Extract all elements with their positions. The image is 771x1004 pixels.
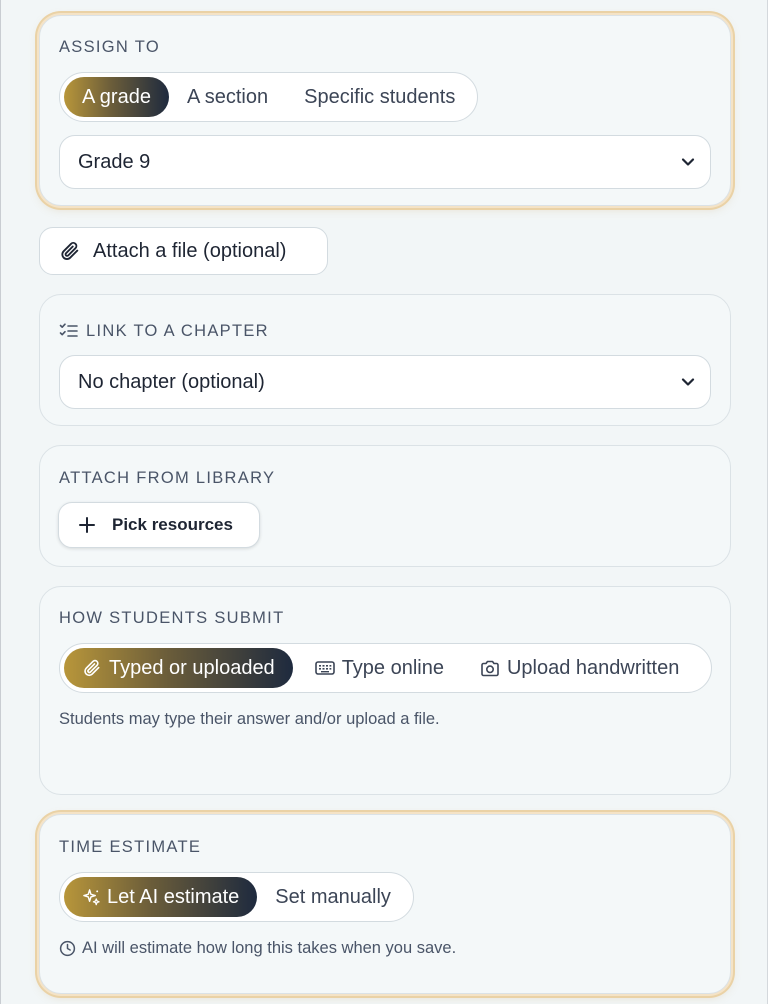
paperclip-icon [61, 241, 79, 260]
time-estimate-hint-text: AI will estimate how long this takes whe… [82, 939, 457, 957]
grade-select-value: Grade 9 [78, 150, 151, 173]
attach-file-label: Attach a file (optional) [93, 239, 287, 262]
grade-select[interactable]: Grade 9 [59, 135, 711, 189]
assign-to-segmented-control: A grade A section Specific students [59, 72, 479, 122]
chapter-select[interactable]: No chapter (optional) [59, 355, 711, 409]
assign-option-section[interactable]: A section [169, 77, 286, 117]
clock-icon [59, 940, 76, 957]
keyboard-icon [314, 661, 335, 675]
link-chapter-card: LINK TO A CHAPTER No chapter (optional) [39, 294, 731, 426]
time-estimate-label: TIME ESTIMATE [59, 837, 202, 856]
time-estimate-segmented-control: Let AI estimate Set manually [59, 872, 414, 922]
submit-option-type-online[interactable]: Type online [297, 648, 462, 688]
chevron-down-icon [681, 378, 695, 386]
sparkle-icon [83, 888, 100, 905]
submit-option-upload-handwritten[interactable]: Upload handwritten [462, 648, 697, 688]
assign-option-specific-students[interactable]: Specific students [286, 77, 473, 117]
camera-icon [481, 660, 499, 676]
pick-resources-label: Pick resources [112, 515, 233, 534]
submit-option-typed-or-uploaded[interactable]: Typed or uploaded [64, 648, 293, 688]
chapter-select-value: No chapter (optional) [78, 370, 265, 393]
window-edge-left [0, 0, 1, 1004]
submission-segmented-control: Typed or uploaded Type online Upload han… [59, 643, 712, 693]
time-estimate-card: TIME ESTIMATE Let AI estimate Set manual… [39, 814, 731, 994]
chevron-down-icon [681, 158, 695, 166]
link-chapter-label-row: LINK TO A CHAPTER [59, 321, 711, 341]
plus-icon [79, 517, 95, 533]
submit-option-label: Type online [341, 656, 444, 679]
attach-file-button[interactable]: Attach a file (optional) [39, 227, 328, 275]
time-estimate-hint: AI will estimate how long this takes whe… [59, 939, 711, 958]
time-option-set-manually[interactable]: Set manually [257, 877, 409, 917]
pick-resources-button[interactable]: Pick resources [58, 502, 260, 548]
submit-option-label: Typed or uploaded [109, 656, 275, 679]
assignment-form: ASSIGN TO A grade A section Specific stu… [0, 0, 771, 1004]
checklist-icon [59, 323, 78, 337]
assign-to-card: ASSIGN TO A grade A section Specific stu… [39, 15, 731, 206]
paperclip-icon [84, 659, 100, 677]
time-option-label: Set manually [275, 885, 391, 908]
link-chapter-label: LINK TO A CHAPTER [86, 321, 269, 340]
submission-label: HOW STUDENTS SUBMIT [59, 608, 285, 627]
time-option-label: Let AI estimate [107, 885, 240, 908]
submit-option-label: Upload handwritten [506, 656, 680, 679]
submission-card: HOW STUDENTS SUBMIT Typed or uploaded Ty… [39, 586, 731, 795]
time-option-ai-estimate[interactable]: Let AI estimate [64, 877, 258, 917]
assign-option-grade[interactable]: A grade [64, 77, 169, 117]
submission-hint: Students may type their answer and/or up… [59, 710, 440, 728]
assign-to-label: ASSIGN TO [59, 37, 160, 56]
attach-library-label: ATTACH FROM LIBRARY [59, 468, 276, 487]
